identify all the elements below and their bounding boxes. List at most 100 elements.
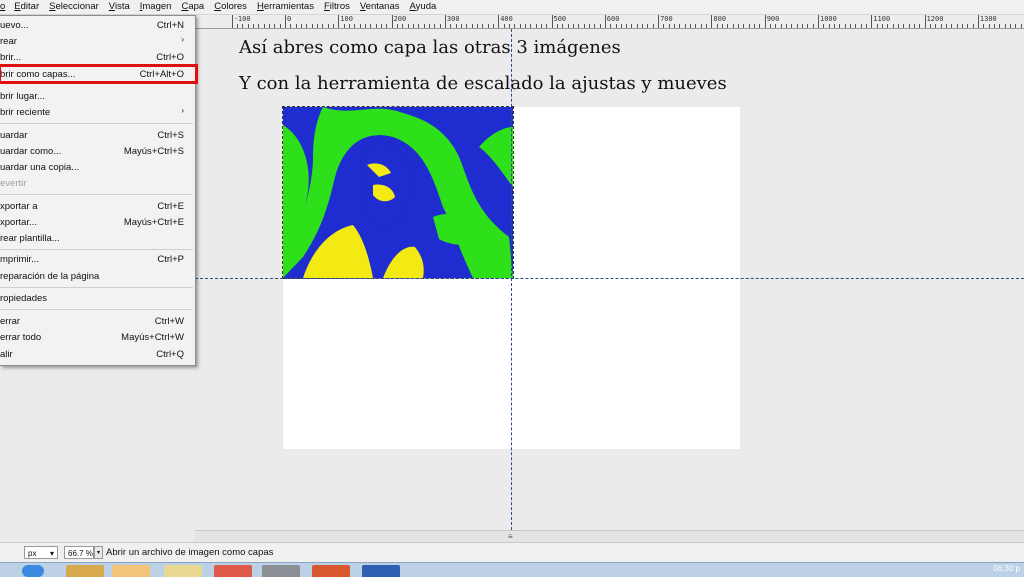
taskbar-folder-icon[interactable] [164,565,202,577]
ruler-tick [647,24,649,28]
ruler-tick [556,24,558,28]
horizontal-ruler[interactable]: -100 0 100 200 300 400 500 600 700 800 900 1000 1100… [195,15,1024,29]
ruler-tick [551,15,553,28]
ruler-tick [604,15,606,28]
ruler-tick [572,24,574,28]
menu-item-salir[interactable]: alir Ctrl+Q [0,347,190,363]
menu-item-cerrar-todo[interactable]: errar todo Mayús+Ctrl+W [0,330,190,346]
ruler-tick [258,24,260,28]
zoom-dropdown-icon[interactable]: ▾ [94,546,103,559]
photo-layer[interactable] [282,106,514,279]
menu-item-guardar-como[interactable]: uardar como... Mayús+Ctrl+S [0,144,190,160]
ruler-tick [850,24,851,28]
menu-item-label: xportar a [0,201,38,212]
ruler-tick [1020,24,1022,28]
image-canvas[interactable]: Así abres como capa las otras 3 imágenes… [195,29,1024,530]
taskbar-powerpoint-icon[interactable] [312,565,350,577]
menu-item-shortcut: Ctrl+S [157,130,184,141]
ruler-tick [977,15,979,28]
menu-colores[interactable]: Colores [209,0,252,14]
horizontal-guide[interactable] [195,278,1024,279]
ruler-tick [759,24,761,28]
menu-item-shortcut: Ctrl+N [156,20,184,31]
taskbar-app-icon[interactable] [66,565,104,577]
menu-vista[interactable]: Vista [104,0,135,14]
ruler-tick [844,24,846,28]
menu-item-nuevo[interactable]: uevo... Ctrl+N [0,18,190,34]
menu-imagen[interactable]: Imagen [135,0,177,14]
scroll-grip-icon[interactable]: ≡ [508,532,513,541]
ruler-tick [631,24,633,28]
ruler-tick [279,24,281,28]
menu-item-guardar-copia[interactable]: uardar una copia... [0,160,190,176]
taskbar-gimp-icon[interactable] [262,565,300,577]
menu-editar[interactable]: Editar [9,0,44,14]
ruler-tick [471,24,473,28]
menu-item-exportar[interactable]: xportar... Mayús+Ctrl+E [0,215,190,231]
ruler-tick [567,24,569,28]
ruler-label: 1000 [820,15,837,23]
ruler-tick [317,24,318,28]
ruler-tick [380,24,382,28]
start-button-icon[interactable] [22,565,44,577]
taskbar-chrome-icon[interactable] [214,565,252,577]
ruler-tick [764,15,766,28]
ruler-label: 200 [393,15,407,23]
ruler-tick [333,24,334,28]
dropdown-icon: ▾ [49,549,54,558]
ruler-tick [455,24,457,28]
menu-item-preparacion-pagina[interactable]: reparación de la página [0,269,190,285]
ruler-tick [365,24,366,28]
menu-item-label: errar todo [0,332,42,343]
menu-item-label: reparación de la página [0,271,100,282]
ruler-tick [636,24,638,28]
menu-item-shortcut: Mayús+Ctrl+E [123,217,184,228]
ruler-tick [482,24,484,28]
menu-filtros[interactable]: Filtros [319,0,355,14]
taskbar-chrome-icon[interactable] [112,565,150,577]
posterized-photo [283,107,513,278]
menu-item-cerrar[interactable]: errar Ctrl+W [0,314,190,330]
menu-archivo[interactable]: o [0,0,9,14]
ruler-label: 1200 [926,15,944,23]
menu-item-label: uevo... [0,20,29,31]
file-menu: uevo... Ctrl+N rear › brir... Ctrl+O bri… [0,15,198,366]
ruler-tick [967,24,969,28]
menu-item-propiedades[interactable]: ropiedades [0,291,190,307]
menu-capa[interactable]: Capa [176,0,209,14]
menu-item-abrir-reciente[interactable]: brir reciente › [0,105,190,121]
ruler-tick [476,24,478,28]
menu-item-label: brir reciente [0,107,51,118]
ruler-tick [652,24,654,28]
ruler-tick [818,15,819,28]
ruler-tick [583,24,585,28]
menu-item-crear-plantilla[interactable]: rear plantilla... [0,231,190,247]
menu-item-guardar[interactable]: uardar Ctrl+S [0,128,190,144]
ruler-tick [706,24,708,28]
ruler-tick [423,24,425,28]
ruler-tick [738,24,739,28]
ruler-tick [439,24,441,28]
ruler-tick [594,24,596,28]
units-select[interactable]: px ▾ [24,546,58,559]
menu-herramientas[interactable]: Herramientas [252,0,319,14]
menu-item-shortcut: Mayús+Ctrl+S [123,146,184,157]
taskbar-word-icon[interactable] [362,565,400,577]
menu-item-imprimir[interactable]: mprimir... Ctrl+P [0,252,190,268]
menu-ventanas[interactable]: Ventanas [355,0,405,14]
menu-item-label: uardar [0,130,28,141]
ruler-tick [716,24,718,28]
menu-item-exportar-a[interactable]: xportar a Ctrl+E [0,199,190,215]
menu-item-crear[interactable]: rear › [0,34,190,50]
ruler-tick [434,24,436,28]
menu-seleccionar[interactable]: Seleccionar [44,0,104,14]
ruler-tick [290,24,292,28]
ruler-tick [370,24,372,28]
ruler-label: 400 [500,15,513,23]
menu-ayuda[interactable]: Ayuda [404,0,441,14]
zoom-field[interactable]: 66.7 % [64,546,94,559]
ruler-label: 900 [766,15,780,23]
menu-item-abrir-lugar[interactable]: brir lugar... [0,89,190,105]
ruler-tick [722,24,724,28]
vertical-guide[interactable] [511,29,512,530]
